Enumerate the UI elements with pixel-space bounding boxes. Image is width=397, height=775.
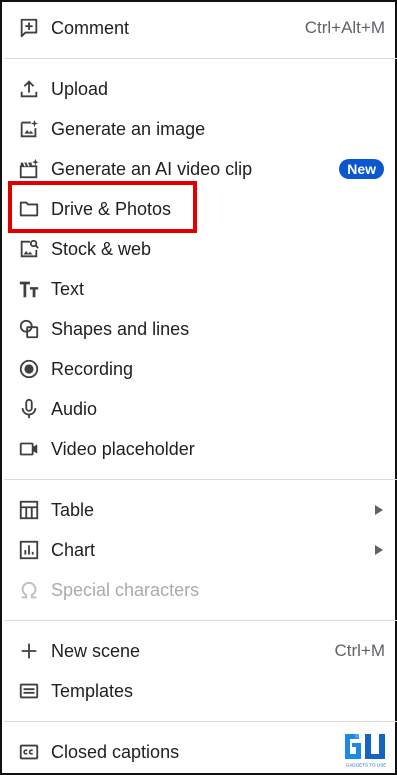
clapper-sparkle-icon bbox=[18, 158, 40, 180]
menu-item-new-scene[interactable]: New scene Ctrl+M bbox=[4, 631, 397, 671]
menu-item-closed-captions[interactable]: Closed captions bbox=[4, 732, 397, 772]
menu-divider bbox=[4, 479, 397, 480]
menu-item-label: Closed captions bbox=[51, 742, 180, 762]
image-search-icon bbox=[18, 238, 40, 260]
shapes-icon bbox=[18, 318, 40, 340]
menu-item-text[interactable]: Text bbox=[4, 269, 397, 309]
menu-item-comment[interactable]: Comment Ctrl+Alt+M bbox=[4, 8, 397, 48]
menu-item-label: Text bbox=[51, 279, 85, 299]
add-comment-icon bbox=[18, 17, 40, 39]
menu-item-label: Comment bbox=[51, 18, 130, 38]
menu-item-stock-web[interactable]: Stock & web bbox=[4, 229, 397, 269]
menu-item-chart[interactable]: Chart bbox=[4, 530, 397, 570]
menu-item-label: Shapes and lines bbox=[51, 319, 190, 339]
watermark-text: GADGETS TO USE bbox=[346, 763, 387, 768]
menu-item-upload[interactable]: Upload bbox=[4, 69, 397, 109]
menu-item-label: Recording bbox=[51, 359, 134, 379]
menu-item-shapes[interactable]: Shapes and lines bbox=[4, 309, 397, 349]
closed-captions-icon bbox=[18, 741, 40, 763]
menu-item-label: Generate an image bbox=[51, 119, 206, 139]
menu-item-label: Table bbox=[51, 500, 95, 520]
menu-divider bbox=[4, 721, 397, 722]
menu-item-special-characters: Special characters bbox=[4, 570, 397, 610]
menu-item-label: Special characters bbox=[51, 580, 200, 600]
menu-item-label: New scene bbox=[51, 641, 141, 661]
record-icon bbox=[18, 358, 40, 380]
menu-item-label: Templates bbox=[51, 681, 134, 701]
templates-icon bbox=[18, 680, 40, 702]
shortcut-text: Ctrl+M bbox=[334, 641, 385, 660]
menu-item-generate-image[interactable]: Generate an image bbox=[4, 109, 397, 149]
new-badge: New bbox=[339, 159, 384, 179]
table-icon bbox=[18, 499, 40, 521]
menu-item-label: Upload bbox=[51, 79, 109, 99]
menu-item-label: Stock & web bbox=[51, 239, 152, 259]
menu-item-table[interactable]: Table bbox=[4, 490, 397, 530]
menu-item-audio[interactable]: Audio bbox=[4, 389, 397, 429]
text-size-icon bbox=[18, 278, 40, 300]
menu-item-templates[interactable]: Templates bbox=[4, 671, 397, 711]
menu-item-label: Audio bbox=[51, 399, 98, 419]
microphone-icon bbox=[18, 398, 40, 420]
videocam-icon bbox=[18, 438, 40, 460]
menu-item-label: Chart bbox=[51, 540, 96, 560]
plus-icon bbox=[18, 640, 40, 662]
menu-item-label: Video placeholder bbox=[51, 439, 195, 459]
chart-icon bbox=[18, 539, 40, 561]
menu-divider bbox=[4, 58, 397, 59]
menu-item-recording[interactable]: Recording bbox=[4, 349, 397, 389]
submenu-arrow-icon bbox=[375, 505, 383, 515]
submenu-arrow-icon bbox=[375, 545, 383, 555]
insert-menu: Comment Ctrl+Alt+M Upload Generate an im… bbox=[0, 0, 397, 775]
image-sparkle-icon bbox=[18, 118, 40, 140]
omega-icon bbox=[18, 579, 40, 601]
highlight-box bbox=[8, 181, 197, 233]
menu-item-video-placeholder[interactable]: Video placeholder bbox=[4, 429, 397, 469]
menu-divider bbox=[4, 620, 397, 621]
upload-icon bbox=[18, 78, 40, 100]
watermark-logo: GADGETS TO USE bbox=[341, 732, 391, 768]
shortcut-text: Ctrl+Alt+M bbox=[304, 18, 385, 37]
